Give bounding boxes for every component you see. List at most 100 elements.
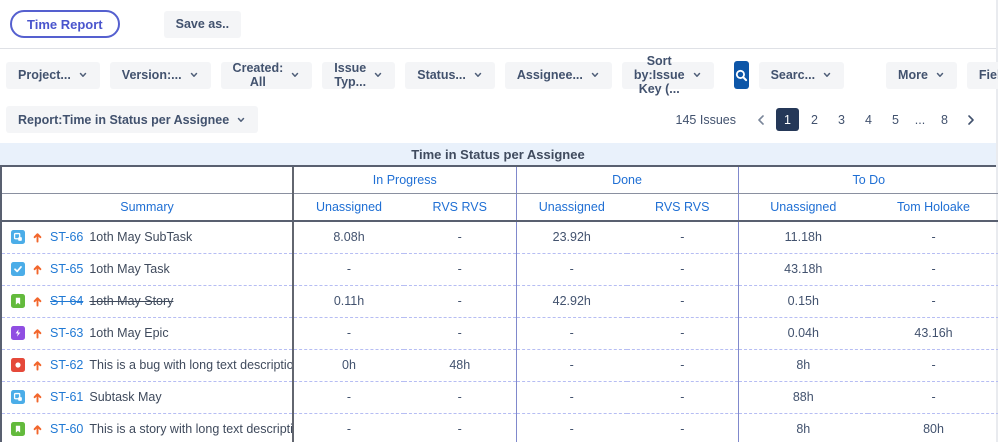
cell-value: - [868, 381, 998, 413]
previous-page-icon[interactable] [750, 109, 772, 131]
issue-summary: 1oth May Epic [89, 326, 168, 340]
table-row[interactable]: ST-64 1oth May Story 0.11h - 42.92h - 0.… [1, 285, 998, 317]
subtask-icon [11, 390, 25, 404]
priority-high-icon [31, 231, 44, 244]
filter-project[interactable]: Project... [6, 62, 100, 89]
cell-value: 8.08h [293, 221, 404, 253]
cell-value: 8h [738, 349, 868, 381]
filter-sort-by[interactable]: Sort by:Issue Key (... [622, 62, 714, 89]
cell-value: 80h [868, 413, 998, 442]
cell-value: - [868, 285, 998, 317]
filter-sort-by-label: Sort by:Issue Key (... [634, 54, 685, 96]
issue-summary: 1oth May Story [89, 294, 173, 308]
cell-value: - [627, 317, 738, 349]
filter-issue-type[interactable]: Issue Typ... [322, 62, 395, 89]
chevron-down-icon [373, 70, 383, 80]
report-bar: Report:Time in Status per Assignee 145 I… [0, 100, 996, 143]
column-header-done-unassigned[interactable]: Unassigned [516, 193, 627, 221]
subtask-icon [11, 230, 25, 244]
more-button[interactable]: More [886, 62, 957, 89]
search-menu-button[interactable]: Searc... [759, 62, 844, 89]
table-row[interactable]: ST-62 This is a bug with long text descr… [1, 349, 998, 381]
chevron-down-icon [236, 115, 246, 125]
issue-key-link[interactable]: ST-61 [50, 390, 83, 404]
epic-icon [11, 326, 25, 340]
cell-value: 0.11h [293, 285, 404, 317]
filter-status[interactable]: Status... [405, 62, 495, 89]
group-header-empty [1, 167, 293, 193]
column-header-todo-unassigned[interactable]: Unassigned [738, 193, 868, 221]
filter-version[interactable]: Version:... [110, 62, 211, 89]
filter-created-label: Created: All [233, 61, 284, 89]
filter-bar: Project... Version:... Created: All Issu… [0, 49, 996, 100]
report-selector-label: Report:Time in Status per Assignee [18, 113, 229, 127]
issue-key-link[interactable]: ST-66 [50, 230, 83, 244]
page-ellipsis: ... [911, 113, 929, 127]
page-1[interactable]: 1 [776, 108, 799, 131]
filter-created[interactable]: Created: All [221, 62, 313, 89]
page-8[interactable]: 8 [933, 108, 956, 131]
filter-assignee[interactable]: Assignee... [505, 62, 612, 89]
task-icon [11, 262, 25, 276]
group-header-done: Done [516, 167, 738, 193]
search-menu-label: Searc... [771, 68, 815, 82]
time-in-status-table: In Progress Done To Do Summary Unassigne… [0, 167, 998, 442]
issue-key-link[interactable]: ST-64 [50, 294, 83, 308]
cell-value: 23.92h [516, 221, 627, 253]
page-5[interactable]: 5 [884, 108, 907, 131]
cell-value: - [868, 221, 998, 253]
table-row[interactable]: ST-63 1oth May Epic - - - - 0.04h 43.16h [1, 317, 998, 349]
page-2[interactable]: 2 [803, 108, 826, 131]
table-row[interactable]: ST-66 1oth May SubTask 8.08h - 23.92h - … [1, 221, 998, 253]
issue-key-link[interactable]: ST-60 [50, 422, 83, 436]
top-toolbar: Time Report Save as.. [0, 0, 996, 49]
priority-high-icon [31, 391, 44, 404]
cell-value: - [516, 253, 627, 285]
chevron-down-icon [822, 70, 832, 80]
cell-value: 0.04h [738, 317, 868, 349]
fields-label: Fields [979, 68, 998, 82]
cell-value: - [404, 253, 516, 285]
page-3[interactable]: 3 [830, 108, 853, 131]
column-header-done-rvs[interactable]: RVS RVS [627, 193, 738, 221]
column-header-inprogress-rvs[interactable]: RVS RVS [404, 193, 516, 221]
next-page-icon[interactable] [960, 109, 982, 131]
group-header-to-do: To Do [738, 167, 998, 193]
fields-button[interactable]: Fields [967, 62, 998, 89]
cell-value: - [627, 349, 738, 381]
cell-value: - [516, 349, 627, 381]
cell-value: - [516, 413, 627, 442]
issue-key-link[interactable]: ST-63 [50, 326, 83, 340]
table-row[interactable]: ST-65 1oth May Task - - - - 43.18h - [1, 253, 998, 285]
save-as-button[interactable]: Save as.. [164, 11, 242, 38]
chevron-down-icon [290, 70, 300, 80]
issue-key-link[interactable]: ST-62 [50, 358, 83, 372]
priority-high-icon [31, 423, 44, 436]
issue-summary: 1oth May Task [89, 262, 169, 276]
table-row[interactable]: ST-60 This is a story with long text des… [1, 413, 998, 442]
summary-column-header[interactable]: Summary [1, 193, 293, 221]
search-icon [734, 68, 749, 83]
cell-value: - [293, 413, 404, 442]
chevron-down-icon [692, 70, 702, 80]
cell-value: 43.16h [868, 317, 998, 349]
cell-value: 42.92h [516, 285, 627, 317]
chevron-down-icon [78, 70, 88, 80]
search-button[interactable] [734, 61, 749, 89]
page-4[interactable]: 4 [857, 108, 880, 131]
table-row[interactable]: ST-61 Subtask May - - - - 88h - [1, 381, 998, 413]
pagination: 145 Issues 1 2 3 4 5 ... 8 [676, 108, 982, 131]
chevron-down-icon [473, 70, 483, 80]
chevron-down-icon [935, 70, 945, 80]
time-report-button[interactable]: Time Report [10, 10, 120, 38]
cell-value: - [516, 317, 627, 349]
issue-key-link[interactable]: ST-65 [50, 262, 83, 276]
cell-value: 88h [738, 381, 868, 413]
cell-value: 0h [293, 349, 404, 381]
column-header-inprogress-unassigned[interactable]: Unassigned [293, 193, 404, 221]
cell-value: - [627, 285, 738, 317]
cell-value: - [627, 381, 738, 413]
column-header-todo-tom-holoake[interactable]: Tom Holoake [868, 193, 998, 221]
report-selector[interactable]: Report:Time in Status per Assignee [6, 106, 258, 133]
priority-high-icon [31, 263, 44, 276]
